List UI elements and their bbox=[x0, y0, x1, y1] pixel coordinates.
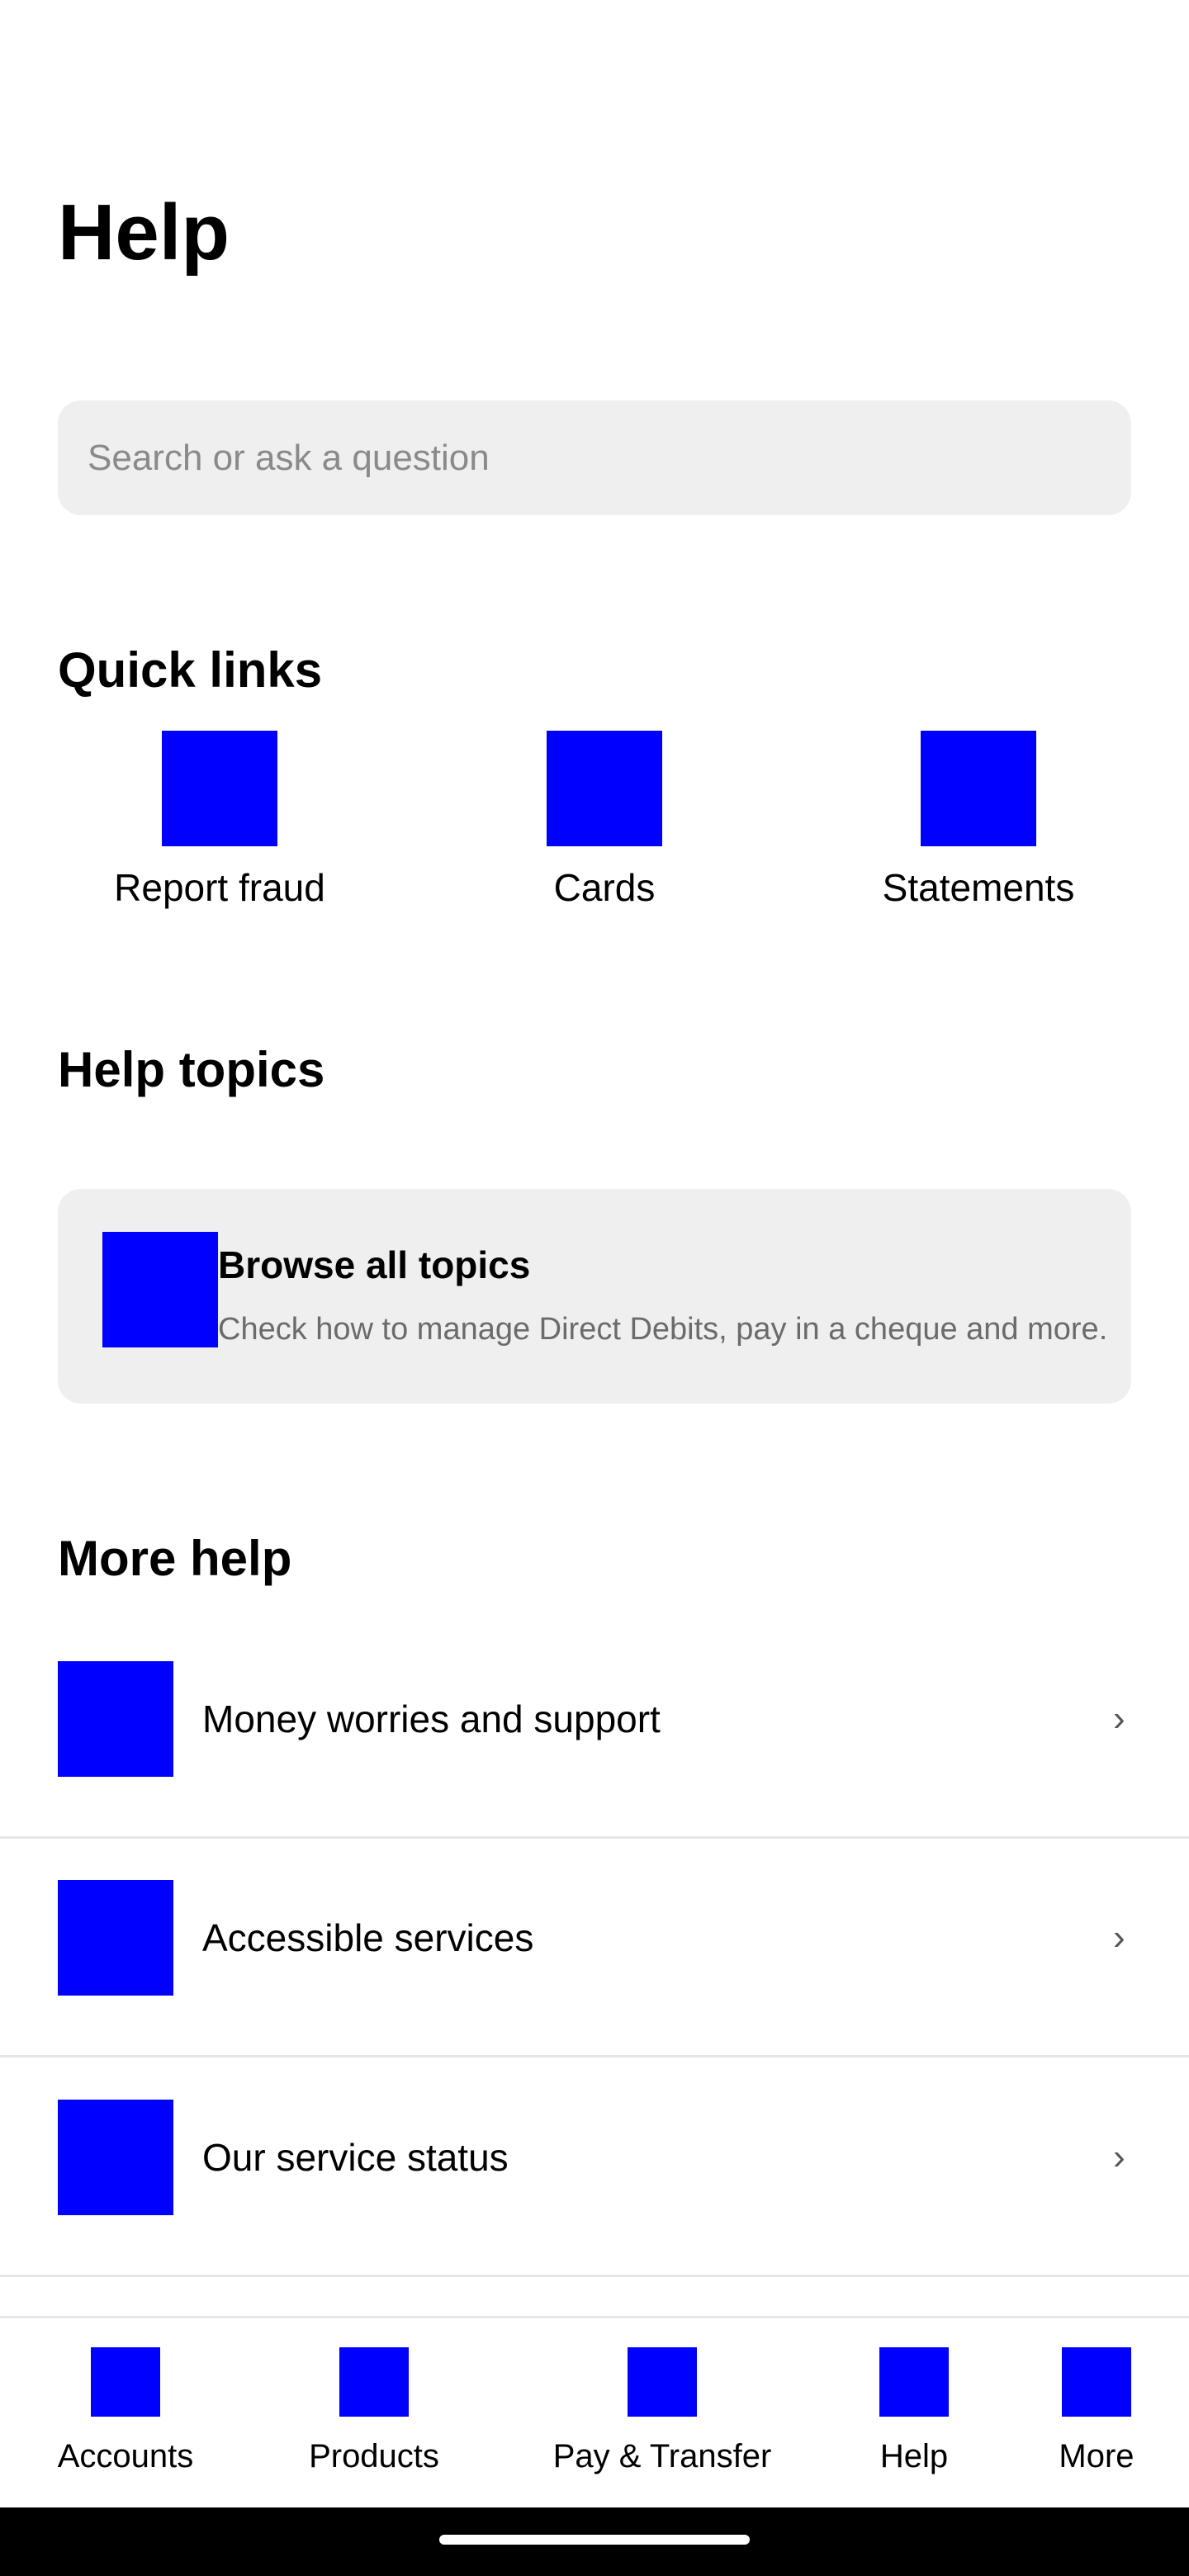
nav-label: Products bbox=[309, 2438, 439, 2474]
search-input[interactable] bbox=[88, 437, 1101, 479]
report-fraud-icon bbox=[162, 731, 277, 846]
nav-item-products[interactable]: Products bbox=[271, 2347, 477, 2476]
products-icon bbox=[339, 2347, 409, 2417]
nav-label: Help bbox=[879, 2438, 949, 2474]
more-icon bbox=[1062, 2347, 1131, 2417]
help-icon bbox=[879, 2347, 949, 2417]
accounts-icon bbox=[91, 2347, 160, 2417]
statements-icon bbox=[921, 731, 1036, 846]
quick-link-label: Cards bbox=[553, 866, 656, 909]
quick-link-statements[interactable]: Statements bbox=[830, 731, 1127, 911]
quick-link-label: Statements bbox=[882, 866, 1075, 909]
quick-link-cards[interactable]: Cards bbox=[456, 731, 753, 911]
quick-link-report-fraud[interactable]: Report fraud bbox=[71, 731, 368, 911]
accessible-services-icon bbox=[58, 1880, 173, 1996]
chevron-right-icon: › bbox=[1113, 1698, 1125, 1739]
browse-topics-subtitle: Check how to manage Direct Debits, pay i… bbox=[218, 1312, 1108, 1347]
nav-label: Accounts bbox=[57, 2438, 194, 2474]
list-item-label: Our service status bbox=[202, 2136, 509, 2179]
list-item-money-worries[interactable]: Money worries and support › bbox=[0, 1620, 1189, 1839]
list-item-label: Accessible services bbox=[202, 1916, 534, 1959]
pay-transfer-icon bbox=[628, 2347, 697, 2417]
chevron-right-icon: › bbox=[1113, 1917, 1125, 1958]
cards-icon bbox=[547, 731, 662, 846]
service-status-icon bbox=[58, 2100, 173, 2215]
list-item-accessible-services[interactable]: Accessible services › bbox=[0, 1839, 1189, 2057]
list-item-service-status[interactable]: Our service status › bbox=[0, 2058, 1189, 2277]
browse-topics-title: Browse all topics bbox=[218, 1243, 531, 1286]
nav-item-pay-transfer[interactable]: Pay & Transfer bbox=[553, 2347, 771, 2476]
more-help-heading: More help bbox=[58, 1531, 292, 1586]
bottom-navigation: Accounts Products Pay & Transfer Help Mo… bbox=[0, 2316, 1189, 2507]
browse-topics-icon bbox=[102, 1232, 218, 1347]
page-title: Help bbox=[58, 188, 230, 277]
nav-item-help[interactable]: Help bbox=[811, 2347, 1017, 2476]
browse-all-topics-card[interactable]: Browse all topics Check how to manage Di… bbox=[58, 1189, 1131, 1404]
nav-label: Pay & Transfer bbox=[552, 2438, 772, 2474]
nav-label: More bbox=[1059, 2438, 1135, 2474]
quick-link-label: Report fraud bbox=[114, 866, 325, 909]
quick-links-heading: Quick links bbox=[58, 642, 323, 698]
money-worries-icon bbox=[58, 1661, 173, 1777]
chevron-right-icon: › bbox=[1113, 2137, 1125, 2177]
help-screen: Help Quick links Report fraud Cards Stat… bbox=[0, 0, 1189, 2576]
nav-item-accounts[interactable]: Accounts bbox=[22, 2347, 229, 2476]
help-topics-heading: Help topics bbox=[58, 1042, 325, 1097]
list-item-label: Money worries and support bbox=[202, 1698, 661, 1740]
home-gesture-handle[interactable] bbox=[439, 2535, 750, 2545]
system-gesture-bar bbox=[0, 2507, 1189, 2576]
search-bar[interactable] bbox=[58, 400, 1131, 515]
nav-item-more[interactable]: More bbox=[993, 2347, 1189, 2476]
